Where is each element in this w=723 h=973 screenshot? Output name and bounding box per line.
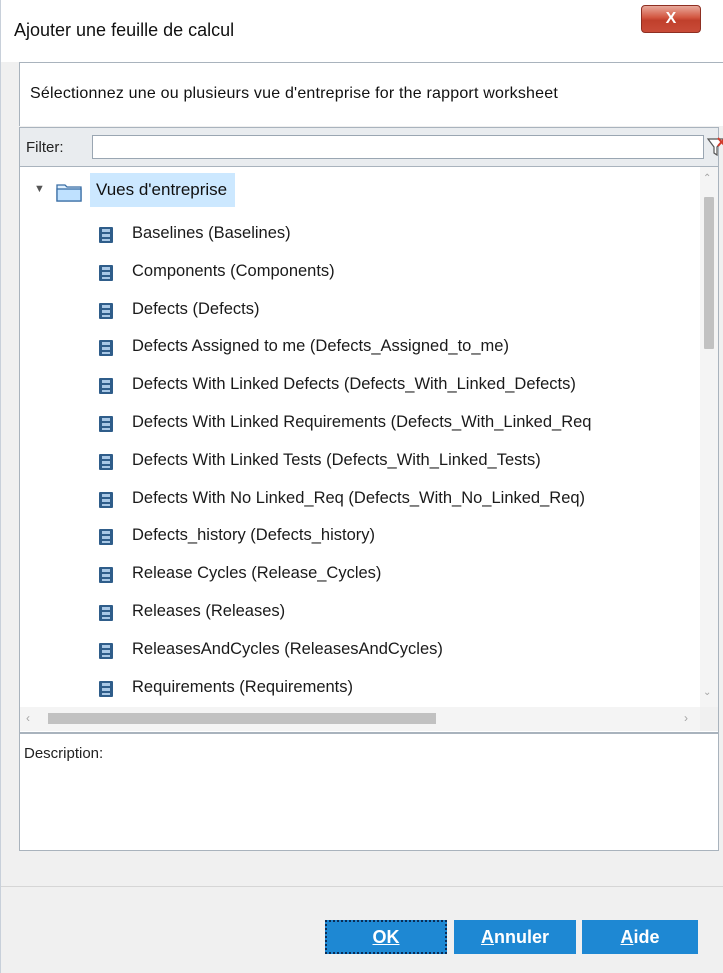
scroll-left-icon[interactable]: ‹ (26, 711, 30, 725)
tree-root-label[interactable]: Vues d'entreprise (90, 173, 236, 207)
database-icon (99, 491, 113, 508)
tree-item-label: Defects Assigned to me (Defects_Assigned… (132, 337, 509, 356)
database-icon (99, 680, 113, 697)
tree-item-label: ReleasesAndCycles (ReleasesAndCycles) (132, 639, 443, 658)
tree-item[interactable]: Releases (Releases) (20, 594, 700, 630)
tree-item-label: Releases (Releases) (132, 602, 286, 620)
filter-label: Filter: (26, 139, 64, 156)
ok-button-label: OK (372, 927, 400, 947)
tree-item[interactable]: ReleasesAndCycles (ReleasesAndCycles) (20, 632, 700, 668)
filter-bar: Filter: (19, 127, 723, 167)
horizontal-scrollbar[interactable]: ‹ › (20, 707, 700, 731)
scroll-corner (700, 707, 718, 731)
tree-item[interactable]: Release Cycles (Release_Cycles) (20, 556, 700, 592)
title-bar[interactable]: Ajouter une feuille de calcul X (1, 0, 723, 62)
close-button[interactable]: X (641, 5, 701, 33)
tree-item-label: Baselines (Baselines) (132, 224, 291, 242)
database-icon (99, 264, 113, 281)
description-label: Description: (24, 745, 104, 762)
database-icon (99, 605, 113, 621)
tree-item-label: Defects With Linked Defects (Defects_Wit… (132, 375, 576, 394)
expand-arrow-icon[interactable]: ▼ (34, 183, 45, 195)
database-icon (99, 529, 113, 546)
tree-root-node[interactable]: ▼ Vues d'entreprise (20, 173, 718, 207)
ok-button[interactable]: OK (325, 920, 447, 954)
cancel-button[interactable]: Annuler (454, 920, 576, 954)
tree-item-label: Release Cycles (Release_Cycles) (132, 564, 382, 583)
instruction-text: Sélectionnez une ou plusieurs vue d'entr… (30, 85, 558, 102)
tree-item[interactable]: Components (Components) (20, 254, 700, 290)
tree-item[interactable]: Defects With Linked Requirements (Defect… (20, 405, 700, 441)
tree-item-label: Defects_history (Defects_history) (132, 526, 375, 545)
tree-item-label: Requirements (Requirements) (132, 677, 354, 696)
database-icon (99, 340, 113, 357)
cancel-button-label: Annuler (480, 927, 549, 947)
close-icon: X (665, 10, 677, 27)
horizontal-scroll-thumb[interactable] (48, 713, 436, 724)
dialog-title: Ajouter une feuille de calcul (14, 20, 235, 40)
tree-item[interactable]: Defects With Linked Tests (Defects_With_… (20, 443, 700, 479)
database-icon (99, 642, 113, 659)
scroll-down-icon[interactable]: ⌄ (703, 687, 711, 698)
tree-item[interactable]: Requirements (Requirements) (20, 670, 700, 706)
scroll-right-icon[interactable]: › (684, 711, 688, 725)
tree-item[interactable]: Defects With No Linked_Req (Defects_With… (20, 481, 700, 517)
tree-item[interactable]: Defects_history (Defects_history) (20, 518, 700, 554)
tree-item-label: Components (Components) (132, 261, 335, 280)
tree-item[interactable]: Defects With Linked Defects (Defects_Wit… (20, 367, 700, 403)
vertical-scrollbar[interactable]: ⌃ ⌄ (700, 167, 718, 707)
tree-item-label: Defects With No Linked_Req (Defects_With… (132, 488, 586, 507)
tree-item-label: Defects With Linked Requirements (Defect… (132, 413, 592, 431)
vertical-scroll-thumb[interactable] (704, 197, 714, 349)
database-icon (99, 378, 113, 395)
instruction-panel: Sélectionnez une ou plusieurs vue d'entr… (19, 62, 723, 126)
filter-input[interactable] (92, 135, 704, 159)
help-button-label: Aide (620, 927, 660, 947)
filter-clear-icon[interactable] (706, 136, 723, 158)
business-views-tree[interactable]: ▼ Vues d'entreprise Baselines (Baselines… (19, 167, 719, 733)
database-icon (99, 453, 113, 470)
add-worksheet-dialog: Ajouter une feuille de calcul X Sélectio… (0, 0, 723, 973)
database-icon (99, 567, 113, 584)
tree-item[interactable]: Defects (Defects) (20, 292, 700, 328)
tree-item[interactable]: Defects Assigned to me (Defects_Assigned… (20, 329, 700, 365)
help-button[interactable]: Aide (582, 920, 698, 954)
database-icon (99, 227, 113, 243)
database-icon (99, 416, 113, 432)
footer-separator (1, 886, 723, 887)
scroll-up-icon[interactable]: ⌃ (703, 173, 711, 184)
tree-item[interactable]: Baselines (Baselines) (20, 216, 700, 252)
tree-item-label: Defects (Defects) (132, 299, 260, 318)
description-panel: Description: (19, 733, 719, 851)
database-icon (99, 302, 113, 319)
folder-icon (56, 184, 82, 202)
tree-item-label: Defects With Linked Tests (Defects_With_… (132, 450, 541, 469)
